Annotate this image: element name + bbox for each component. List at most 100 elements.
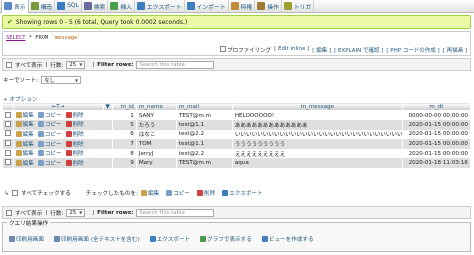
cell-m-name[interactable]: JerryJ [136,148,177,159]
copy-button[interactable]: コピー [37,149,62,157]
cell-m-mail[interactable]: test@1.1 [176,139,233,149]
cell-m-dt[interactable]: 0000-00-00 00:00:00 [402,110,472,121]
tab-5[interactable]: エクスポート [135,0,185,13]
header-arrows[interactable]: ←T→ [12,102,104,111]
tab-6[interactable]: インポート [185,0,229,13]
header-m-message[interactable]: m_message [231,102,403,111]
delete-button[interactable]: 削除 [65,120,84,128]
tab-icon [230,2,239,10]
tab-7[interactable]: 特権 [229,0,256,13]
cell-m-mail[interactable]: test@2.2 [176,129,233,140]
edit-button[interactable]: 編集 [15,111,34,119]
cell-m-name[interactable]: SANY [136,110,177,121]
header-m-id[interactable]: m_id [111,102,137,111]
cell-m-id[interactable]: 5 [112,120,137,130]
edit-link[interactable]: [ 編集 ] [312,46,331,54]
cell-m-message[interactable]: あああああああああああああ [232,120,403,130]
cell-m-dt[interactable]: 2020-01-18 11:03:16 [402,158,472,169]
tab-2[interactable]: SQL [55,0,82,13]
cell-m-dt[interactable]: 2020-01-15 00:00:00 [402,129,472,140]
tab-3[interactable]: 検索 [82,0,109,13]
show-all-checkbox-bottom[interactable] [6,209,12,216]
copy-button[interactable]: コピー [37,140,62,148]
cell-m-name[interactable]: たろう [136,120,177,130]
row-checkbox[interactable] [4,120,11,127]
cell-m-dt[interactable]: 2020-01-15 00:00:00 [402,139,472,149]
bulk-export-button[interactable]: エクスポート [222,189,263,197]
delete-button[interactable]: 削除 [65,111,84,119]
cell-m-name[interactable]: はなこ [136,129,177,140]
show-all-checkbox[interactable] [6,61,12,68]
profiling-checkbox[interactable] [220,46,227,52]
cell-m-message[interactable]: aqua [232,158,403,169]
sql-select-keyword[interactable]: SELECT [6,35,25,41]
cell-m-id[interactable]: 7 [112,139,137,149]
edit-button[interactable]: 編集 [15,120,34,128]
query-op-2[interactable]: エクスポート [149,235,190,243]
success-message: ✔ Showing rows 0 - 5 (6 total, Query too… [2,15,471,29]
header-m-mail[interactable]: m_mail [175,102,233,111]
delete-button[interactable]: 削除 [65,159,84,167]
tab-0[interactable]: 表示 [1,0,29,13]
copy-button[interactable]: コピー [37,159,62,167]
edit-inline-link[interactable]: [ Edit inline ] [274,46,309,54]
bulk-copy-button[interactable]: コピー [166,189,190,197]
copy-button[interactable]: コピー [37,130,62,138]
cell-m-dt[interactable]: 2020-01-15 00:00:00 [402,148,472,159]
cell-m-id[interactable]: 8 [112,148,137,159]
refresh-link[interactable]: [ 再描画 ] [443,46,467,54]
cell-m-name[interactable]: TOM [136,139,177,149]
cell-m-mail[interactable]: test@1.1 [176,120,233,130]
rows-select-bottom[interactable]: 25 ▼ [66,208,86,217]
sort-arrow-icon[interactable]: ▼ [102,102,113,111]
row-checkbox[interactable] [4,130,11,137]
rows-select[interactable]: 25 ▼ [66,60,86,69]
cell-m-id[interactable]: 9 [112,158,137,169]
edit-button[interactable]: 編集 [15,159,34,167]
cell-m-message[interactable]: えええええええええ [232,148,403,159]
sql-query-text[interactable]: SELECT * FROM `message` [6,35,81,41]
filter-rows-input-bottom[interactable]: Search this table [136,208,215,217]
explain-link[interactable]: [ EXPLAIN で確認 ] [334,46,383,54]
cell-m-id[interactable]: 1 [112,110,137,121]
cell-m-mail[interactable]: TEST@m.m [176,110,233,121]
query-op-3[interactable]: グラフで表示する [200,235,252,243]
cell-m-name[interactable]: Mary [136,158,177,169]
row-checkbox[interactable] [4,159,11,166]
cell-m-mail[interactable]: test@2.2 [176,148,233,159]
cell-m-message[interactable]: HELOOOOOO! [232,110,403,121]
copy-button[interactable]: コピー [37,120,62,128]
tab-9[interactable]: トリガ [282,0,315,13]
query-op-0[interactable]: 印刷用画面 [9,235,44,243]
php-code-link[interactable]: [ PHP コードの作成 ] [386,46,439,54]
header-m-name[interactable]: m_name [135,102,177,111]
row-checkbox[interactable] [4,111,11,118]
row-checkbox[interactable] [4,140,11,147]
check-all-checkbox[interactable] [12,190,19,196]
edit-button[interactable]: 編集 [15,140,34,148]
cell-m-mail[interactable]: TEST@m.m [176,158,233,169]
cell-m-message[interactable]: いいいいいいいいいいいいいいいいいいいいいいいいいいいいいいいいいい [232,129,403,140]
delete-button[interactable]: 削除 [65,140,84,148]
delete-button[interactable]: 削除 [65,130,84,138]
cell-m-id[interactable]: 6 [112,129,137,140]
check-all-label[interactable]: すべてチェックする [21,189,71,197]
delete-button[interactable]: 削除 [65,149,84,157]
tab-4[interactable]: 挿入 [108,0,135,13]
bulk-delete-button[interactable]: 削除 [197,189,215,197]
row-checkbox[interactable] [4,149,11,156]
edit-button[interactable]: 編集 [15,149,34,157]
edit-button[interactable]: 編集 [15,130,34,138]
tab-1[interactable]: 構造 [29,0,56,13]
cell-m-message[interactable]: ううううううううう [232,139,403,149]
bulk-edit-button[interactable]: 編集 [141,189,159,197]
tab-8[interactable]: 操作 [255,0,282,13]
copy-button[interactable]: コピー [37,111,62,119]
profiling-link[interactable]: プロファイリング [220,46,271,54]
header-m-dt[interactable]: m_dt [401,102,472,111]
filter-rows-input[interactable]: Search this table [136,60,215,69]
query-op-1[interactable]: 印刷用画面 (全テキストを含む) [53,235,140,243]
query-op-4[interactable]: ビューを作成する [261,235,314,243]
cell-m-dt[interactable]: 2020-01-15 00:00:00 [402,120,472,130]
sort-key-select[interactable]: なし ▼ [41,76,82,84]
